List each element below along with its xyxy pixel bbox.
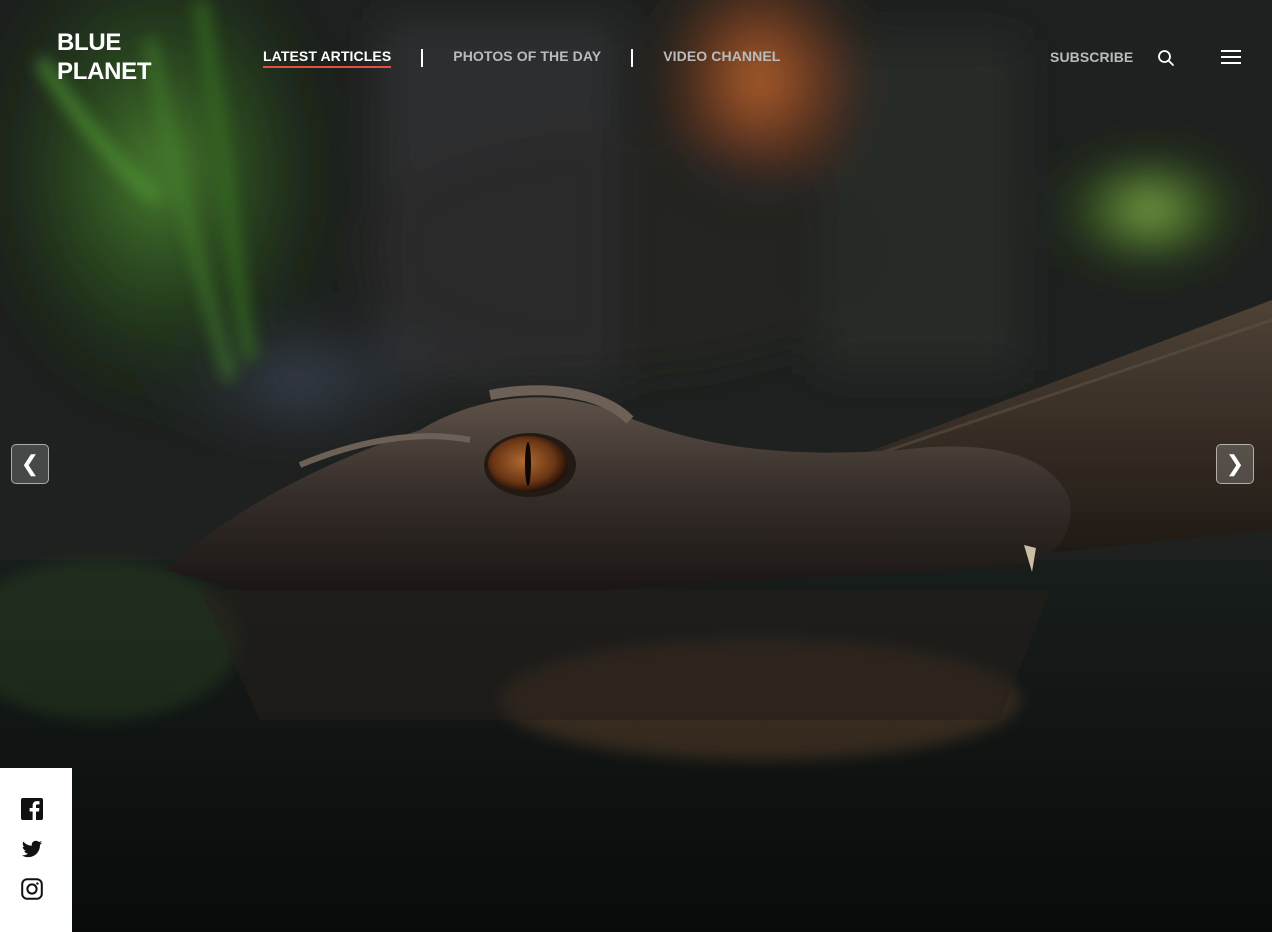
nav-video-channel[interactable]: VIDEO CHANNEL: [663, 48, 780, 68]
instagram-icon[interactable]: [21, 878, 43, 900]
hamburger-menu-icon[interactable]: [1221, 50, 1241, 64]
chevron-left-icon: ❮: [20, 451, 40, 476]
nav-divider: [631, 49, 634, 67]
main-navigation: LATEST ARTICLES PHOTOS OF THE DAY VIDEO …: [263, 48, 780, 68]
hero-background-image: [0, 0, 1272, 932]
nav-divider: [421, 49, 424, 67]
nav-latest-articles[interactable]: LATEST ARTICLES: [263, 48, 392, 68]
brand-line-2: PLANET: [57, 58, 152, 85]
slider-prev-button[interactable]: ❮: [11, 444, 49, 484]
brand-line-1: BLUE: [57, 29, 122, 56]
twitter-icon[interactable]: [21, 838, 43, 860]
facebook-icon[interactable]: [21, 798, 43, 820]
chevron-right-icon: ❯: [1225, 451, 1245, 476]
search-icon[interactable]: [1157, 49, 1175, 67]
slider-next-button[interactable]: ❯: [1216, 444, 1254, 484]
subscribe-link[interactable]: SUBSCRIBE: [1050, 49, 1133, 65]
nav-photos-of-the-day[interactable]: PHOTOS OF THE DAY: [453, 48, 601, 68]
social-links-bar: [0, 768, 72, 932]
brand-logo[interactable]: BLUE PLANET: [57, 28, 152, 86]
